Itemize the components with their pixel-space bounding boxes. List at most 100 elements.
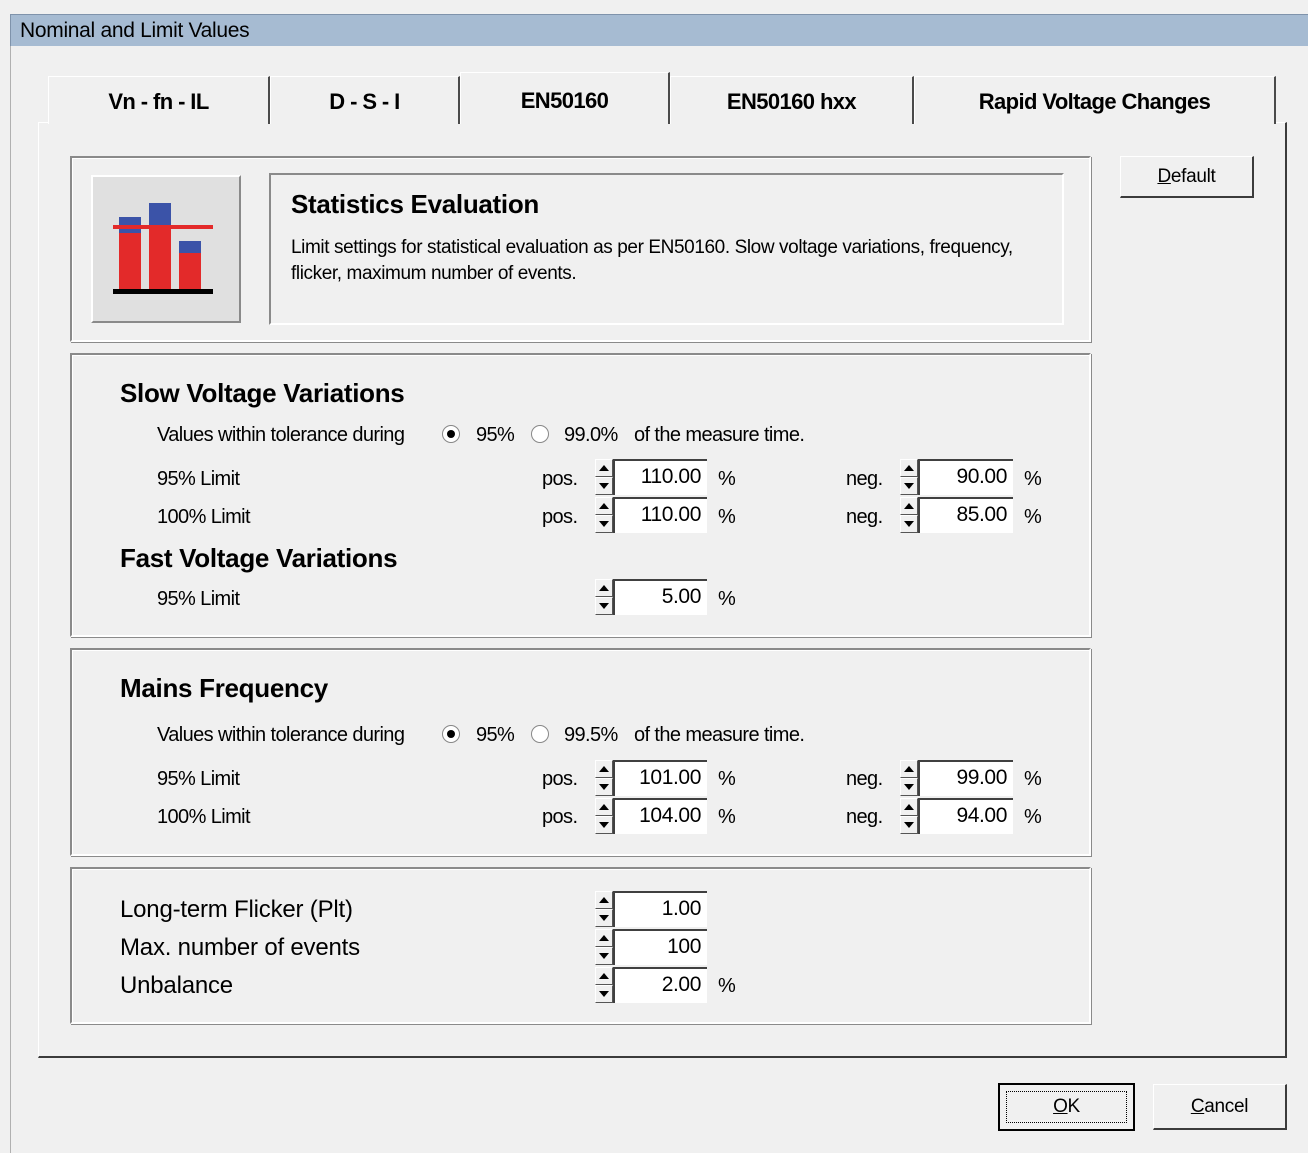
slow-100-neg-input[interactable]: 85.00 [918, 497, 1013, 533]
spinner-down-icon[interactable] [900, 477, 918, 495]
spinner-up-icon[interactable] [595, 497, 613, 515]
spinner-up-icon[interactable] [595, 459, 613, 477]
tab-vn-fn-il[interactable]: Vn - fn - IL [48, 76, 270, 124]
slow-voltage-radio-99[interactable] [531, 425, 549, 443]
flicker-input[interactable]: 1.00 [613, 891, 707, 927]
freq-95-pos-input[interactable]: 101.00 [613, 760, 707, 796]
neg-label: neg. [846, 806, 883, 828]
spinner-up-icon[interactable] [900, 760, 918, 778]
slow-voltage-tolerance-label: Values within tolerance during [157, 424, 405, 446]
percent-label: % [718, 506, 736, 528]
default-button-label: efault [1170, 166, 1216, 187]
neg-label: neg. [846, 768, 883, 790]
frequency-tolerance-suffix: of the measure time. [634, 724, 805, 746]
slow-95-neg-spinner[interactable] [900, 459, 918, 495]
freq-100-limit-label: 100% Limit [157, 806, 251, 828]
default-button[interactable]: Default [1120, 156, 1254, 198]
tab-label: D - S - I [329, 89, 400, 114]
spinner-up-icon[interactable] [595, 760, 613, 778]
spinner-up-icon[interactable] [595, 891, 613, 909]
slow-100-neg-spinner[interactable] [900, 497, 918, 533]
unbalance-label: Unbalance [120, 972, 233, 999]
spinner-up-icon[interactable] [900, 798, 918, 816]
freq-100-neg-input[interactable]: 94.00 [918, 798, 1013, 834]
neg-label: neg. [846, 468, 883, 490]
max-events-input[interactable]: 100 [613, 929, 707, 965]
pos-label: pos. [542, 768, 578, 790]
slow-voltage-option-99: 99.0% [564, 424, 618, 446]
flicker-label: Long-term Flicker (Plt) [120, 896, 353, 923]
tab-label: Rapid Voltage Changes [978, 89, 1211, 114]
spinner-down-icon[interactable] [595, 515, 613, 533]
spinner-up-icon[interactable] [900, 497, 918, 515]
percent-label: % [718, 768, 736, 790]
pos-label: pos. [542, 468, 578, 490]
freq-95-pos-spinner[interactable] [595, 760, 613, 796]
section-description: Limit settings for statistical evaluatio… [291, 237, 1013, 284]
flicker-spinner[interactable] [595, 891, 613, 927]
slow-95-neg-input[interactable]: 90.00 [918, 459, 1013, 495]
slow-95-pos-input[interactable]: 110.00 [613, 459, 707, 495]
pos-label: pos. [542, 806, 578, 828]
frequency-option-95: 95% [476, 724, 515, 746]
tab-en50160[interactable]: EN50160 [460, 72, 670, 124]
slow-100-pos-input[interactable]: 110.00 [613, 497, 707, 533]
spinner-down-icon[interactable] [595, 597, 613, 615]
slow-95-limit-label: 95% Limit [157, 468, 240, 490]
spinner-down-icon[interactable] [595, 985, 613, 1003]
window-border [10, 46, 11, 1153]
max-events-spinner[interactable] [595, 929, 613, 965]
spinner-down-icon[interactable] [595, 909, 613, 927]
slow-voltage-radio-95[interactable] [442, 425, 460, 443]
freq-100-neg-spinner[interactable] [900, 798, 918, 834]
window-title: Nominal and Limit Values [20, 19, 250, 42]
slow-voltage-heading: Slow Voltage Variations [120, 378, 405, 408]
spinner-down-icon[interactable] [900, 515, 918, 533]
tab-label: EN50160 hxx [726, 89, 857, 114]
section-title: Statistics Evaluation [291, 189, 540, 219]
spinner-down-icon[interactable] [595, 816, 613, 834]
freq-95-neg-input[interactable]: 99.00 [918, 760, 1013, 796]
tab-d-s-i[interactable]: D - S - I [270, 76, 460, 124]
window-title-bar[interactable]: Nominal and Limit Values [10, 14, 1308, 46]
slow-100-pos-spinner[interactable] [595, 497, 613, 533]
tab-label: EN50160 [520, 88, 609, 113]
mains-frequency-heading: Mains Frequency [120, 673, 328, 703]
focus-rect [1006, 1091, 1127, 1123]
slow-100-limit-label: 100% Limit [157, 506, 251, 528]
percent-label: % [1024, 806, 1042, 828]
freq-100-pos-input[interactable]: 104.00 [613, 798, 707, 834]
spinner-down-icon[interactable] [900, 816, 918, 834]
cancel-button-label: ancel [1204, 1096, 1249, 1117]
frequency-radio-95[interactable] [442, 725, 460, 743]
default-button-mnemonic: D [1157, 166, 1171, 187]
slow-95-pos-spinner[interactable] [595, 459, 613, 495]
spinner-down-icon[interactable] [595, 947, 613, 965]
freq-95-limit-label: 95% Limit [157, 768, 240, 790]
fast-voltage-heading: Fast Voltage Variations [120, 543, 398, 573]
cancel-button[interactable]: Cancel [1153, 1084, 1287, 1130]
tab-rapid-voltage-changes[interactable]: Rapid Voltage Changes [914, 76, 1276, 124]
statistics-icon-frame [91, 175, 241, 323]
spinner-down-icon[interactable] [595, 778, 613, 796]
spinner-up-icon[interactable] [900, 459, 918, 477]
spinner-up-icon[interactable] [595, 579, 613, 597]
spinner-down-icon[interactable] [900, 778, 918, 796]
fast-95-input[interactable]: 5.00 [613, 579, 707, 615]
neg-label: neg. [846, 506, 883, 528]
unbalance-input[interactable]: 2.00 [613, 967, 707, 1003]
spinner-up-icon[interactable] [595, 798, 613, 816]
unbalance-spinner[interactable] [595, 967, 613, 1003]
frequency-radio-99[interactable] [531, 725, 549, 743]
ok-button[interactable]: OK [998, 1083, 1135, 1131]
spinner-down-icon[interactable] [595, 477, 613, 495]
spinner-up-icon[interactable] [595, 967, 613, 985]
spinner-up-icon[interactable] [595, 929, 613, 947]
percent-label: % [1024, 506, 1042, 528]
tab-en50160-hxx[interactable]: EN50160 hxx [670, 76, 914, 124]
freq-95-neg-spinner[interactable] [900, 760, 918, 796]
freq-100-pos-spinner[interactable] [595, 798, 613, 834]
percent-label: % [718, 468, 736, 490]
fast-95-spinner[interactable] [595, 579, 613, 615]
cancel-button-mnemonic: C [1190, 1096, 1205, 1117]
